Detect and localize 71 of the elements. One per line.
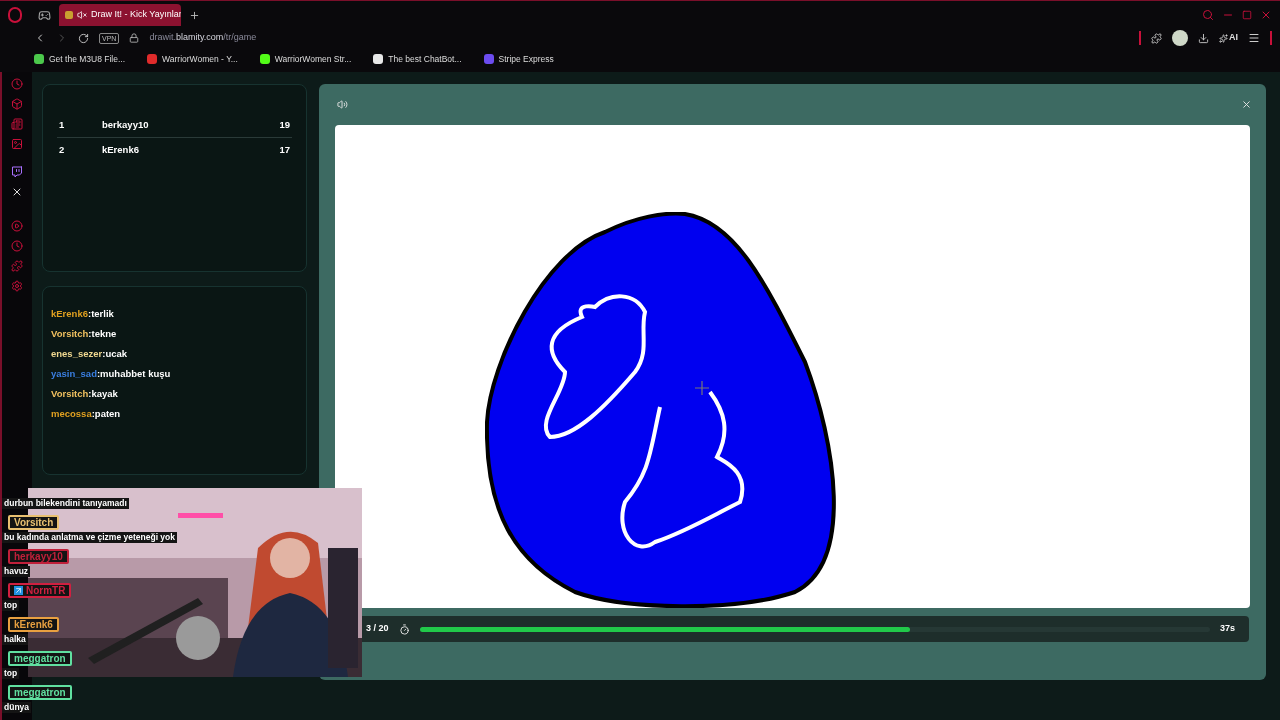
favicon-icon [65,11,73,19]
sound-icon[interactable] [337,99,348,110]
sidebar-icon[interactable] [11,240,23,252]
sparkle-icon[interactable] [1219,33,1228,43]
stream-chat-text: top [2,600,20,611]
url-text[interactable]: drawit.blamity.com/tr/game [149,31,257,45]
bookmark-label: WarriorWomen Str... [274,52,352,66]
bookmark[interactable]: Get the M3U8 File... [34,52,126,66]
crosshair-icon [695,381,709,395]
username-badge: kErenk6 [8,617,59,632]
extensions-icon[interactable] [1151,32,1162,44]
menu-icon[interactable] [1248,32,1260,44]
username-badge: herkayy10 [8,549,69,564]
bookmark-label: The best ChatBot... [388,52,462,66]
sidebar-icon[interactable] [11,260,23,272]
bookmark[interactable]: WarriorWomen - Y... [147,52,238,66]
history-icon[interactable] [11,78,23,90]
sidebar-icon[interactable] [11,220,23,232]
username-badge: meggatron [8,651,72,666]
sidebar-icon[interactable] [11,138,23,150]
gamepad-icon[interactable] [38,8,51,22]
bookmark-label: Stripe Express [498,52,554,66]
close-icon[interactable] [1260,9,1272,21]
chat-message: mecossa:paten [51,407,122,421]
browser-logo-icon[interactable] [8,7,22,23]
lock-icon [129,33,140,43]
round-counter: 3 / 20 [366,622,389,636]
stream-chat-text: havuz [2,566,31,577]
stream-chat-text: bu kadında anlatma ve çizme yeteneği yok [2,532,177,543]
bookmark[interactable]: Stripe Express [483,52,554,66]
player-name: kErenk6 [102,143,140,158]
chat-message: kErenk6:terlik [51,307,115,321]
bookmark[interactable]: The best ChatBot... [373,52,462,66]
sidebar-icon[interactable] [11,118,23,130]
x-icon[interactable] [11,186,23,198]
twitch-icon[interactable] [11,166,23,178]
download-icon[interactable] [1198,32,1209,44]
profile-avatar[interactable] [1172,30,1188,46]
stream-chat-text: durbun bilekendini tanıyamadı [2,498,129,509]
stream-chat-text: halka [2,634,28,645]
timer-icon [398,623,410,635]
sidebar-icon[interactable] [11,280,23,292]
drawing-canvas[interactable] [335,125,1250,608]
close-icon[interactable] [1241,99,1252,110]
bookmark-label: WarriorWomen - Y... [162,52,238,66]
chat-message: Vorsitch:tekne [51,327,118,341]
username-badge: NormTR [8,583,72,598]
new-tab-icon[interactable] [189,9,200,21]
reload-icon[interactable] [78,32,89,44]
bookmark-label: Get the M3U8 File... [49,52,126,66]
username-badge: meggatron [8,685,72,700]
username-badge: Vorsitch [8,515,60,530]
rank-text: 2 [58,143,66,158]
tab-title: Draw It! - Kick Yayınlar [91,8,181,22]
browser-tab[interactable]: Draw It! - Kick Yayınlar [59,4,181,26]
stream-chat-text: top [2,668,20,679]
rank-text: 1 [58,117,66,132]
sidebar-icon[interactable] [11,98,23,110]
search-icon[interactable] [1202,9,1214,21]
maximize-icon[interactable] [1242,10,1252,20]
score-text: 17 [279,143,291,158]
chat-message: yasin_sad:muhabbet kuşu [51,367,172,381]
player-name: berkayy10 [102,117,150,132]
timer-text: 37s [1219,622,1235,636]
score-text: 19 [279,117,291,132]
chat-message: enes_sezer:ucak [51,347,129,361]
chat-message: Vorsitch:kayak [51,387,119,401]
ai-button[interactable]: AI [1229,31,1238,45]
muted-icon[interactable] [77,10,87,20]
stream-chat-text: dünya [2,702,32,713]
bookmark[interactable]: WarriorWomen Str... [259,52,352,66]
